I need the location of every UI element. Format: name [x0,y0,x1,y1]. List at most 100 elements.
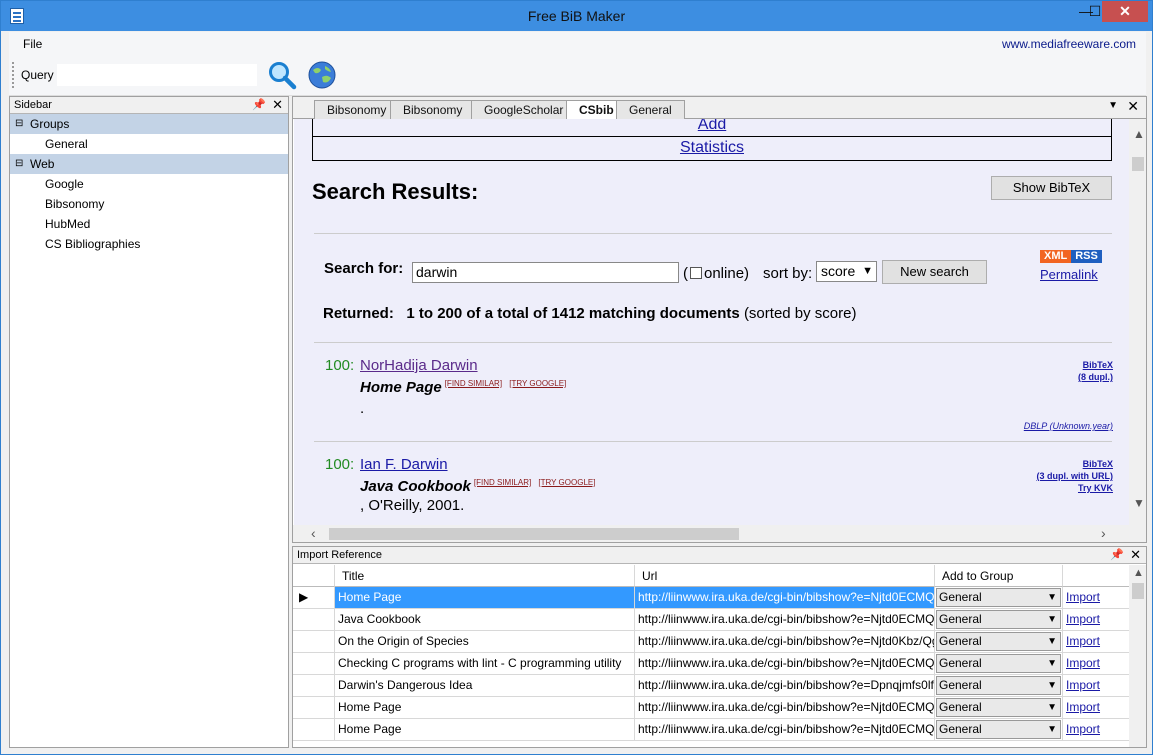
cell-title[interactable]: Home Page [335,719,635,741]
bibtex-link[interactable]: BibTeX [1083,360,1113,370]
tree-node-bibsonomy[interactable]: Bibsonomy [10,194,288,214]
cell-title[interactable]: Home Page [335,587,635,609]
scroll-up-icon[interactable]: ▲ [1133,127,1145,141]
row-header[interactable] [293,609,335,631]
table-row[interactable]: Java Cookbook http://liinwww.ira.uka.de/c… [293,609,1130,631]
result-author-link[interactable]: Ian F. Darwin [360,456,448,473]
cell-url[interactable]: http://liinwww.ira.uka.de/cgi-bin/bibsho… [635,697,935,719]
horizontal-scrollbar[interactable]: ‹ › [293,525,1146,542]
group-select[interactable]: General ▼ [936,698,1061,717]
group-select[interactable]: General ▼ [936,610,1061,629]
dupl-link[interactable]: (3 dupl. with URL) [1037,471,1114,481]
show-bibtex-button[interactable]: Show BibTeX [991,176,1112,200]
column-header-url[interactable]: Url [635,565,935,587]
scroll-left-icon[interactable]: ‹ [311,525,316,541]
scroll-thumb[interactable] [329,528,739,540]
grid-scrollbar[interactable]: ▲ [1129,565,1146,747]
import-link[interactable]: Import [1066,656,1100,670]
find-similar-link[interactable]: [FIND SIMILAR] [445,379,502,388]
row-header[interactable] [293,719,335,741]
tree-node-cs-bibliographies[interactable]: CS Bibliographies [10,234,288,254]
toolbar-grip[interactable] [12,62,14,88]
try-kvk-link[interactable]: Try KVK [1078,483,1113,493]
tab-bibsonomy-2[interactable]: Bibsonomy [390,100,476,119]
online-checkbox[interactable] [690,267,702,279]
table-row[interactable]: Checking C programs with lint - C progra… [293,653,1130,675]
group-select[interactable]: General ▼ [936,654,1061,673]
import-link[interactable]: Import [1066,590,1100,604]
xml-badge[interactable]: XML [1040,250,1072,263]
cell-title[interactable]: Home Page [335,697,635,719]
close-tab-icon[interactable]: ✕ [1127,98,1139,115]
row-header[interactable] [293,653,335,675]
site-link[interactable]: www.mediafreeware.com [1002,37,1136,51]
import-link[interactable]: Import [1066,722,1100,736]
menu-file[interactable]: File [23,37,42,51]
import-link[interactable]: Import [1066,700,1100,714]
group-select[interactable]: General ▼ [936,632,1061,651]
tab-bibsonomy-1[interactable]: Bibsonomy [314,100,400,119]
globe-icon[interactable] [307,60,337,90]
tree-node-hubmed[interactable]: HubMed [10,214,288,234]
rss-badge[interactable]: RSS [1071,250,1102,263]
cell-title[interactable]: Darwin's Dangerous Idea [335,675,635,697]
pin-icon[interactable]: 📌 [252,98,266,111]
collapse-icon[interactable]: ⊟ [15,154,23,174]
cell-title[interactable]: Java Cookbook [335,609,635,631]
tree-node-web[interactable]: ⊟ Web [10,154,288,174]
import-link[interactable]: Import [1066,612,1100,626]
try-google-link[interactable]: [TRY GOOGLE] [509,379,566,388]
row-header[interactable] [293,697,335,719]
row-header[interactable] [293,675,335,697]
add-link[interactable]: Add [313,119,1111,134]
table-row[interactable]: On the Origin of Species http://liinwww.i… [293,631,1130,653]
new-search-button[interactable]: New search [882,260,987,284]
close-button[interactable]: ✕ [1102,1,1148,22]
close-icon[interactable]: ✕ [1130,547,1141,563]
table-row[interactable]: Darwin's Dangerous Idea http://liinwww.ir… [293,675,1130,697]
search-input[interactable]: darwin [412,262,679,283]
column-header-group[interactable]: Add to Group [935,565,1063,587]
row-header[interactable] [293,631,335,653]
sort-select[interactable]: score ▼ [816,261,877,282]
table-row[interactable]: ▶ Home Page http://liinwww.ira.uka.de/cgi-… [293,587,1130,609]
dupl-link[interactable]: (8 dupl.) [1078,372,1113,382]
cell-url[interactable]: http://liinwww.ira.uka.de/cgi-bin/bibsho… [635,653,935,675]
group-select[interactable]: General ▼ [936,720,1061,739]
bibtex-link[interactable]: BibTeX [1083,459,1113,469]
tree-node-google[interactable]: Google [10,174,288,194]
search-icon[interactable] [267,60,297,90]
scroll-thumb[interactable] [1132,583,1144,599]
tree-node-groups[interactable]: ⊟ Groups [10,114,288,134]
scroll-up-icon[interactable]: ▲ [1133,567,1144,579]
tab-googlescholar[interactable]: GoogleScholar [471,100,577,119]
cell-url[interactable]: http://liinwww.ira.uka.de/cgi-bin/bibsho… [635,609,935,631]
try-google-link[interactable]: [TRY GOOGLE] [538,478,595,487]
pin-icon[interactable]: 📌 [1110,548,1124,561]
cell-title[interactable]: Checking C programs with lint - C progra… [335,653,635,675]
tree-node-general[interactable]: General [10,134,288,154]
group-select[interactable]: General ▼ [936,588,1061,607]
statistics-link[interactable]: Statistics [313,139,1111,157]
vertical-scrollbar[interactable]: ▲ ▼ [1129,119,1146,526]
find-similar-link[interactable]: [FIND SIMILAR] [474,478,531,487]
scroll-right-icon[interactable]: › [1101,525,1106,541]
row-header[interactable]: ▶ [293,587,335,609]
cell-url[interactable]: http://liinwww.ira.uka.de/cgi-bin/bibsho… [635,719,935,741]
cell-title[interactable]: On the Origin of Species [335,631,635,653]
scroll-down-icon[interactable]: ▼ [1133,496,1145,510]
group-select[interactable]: General ▼ [936,676,1061,695]
table-row[interactable]: Home Page http://liinwww.ira.uka.de/cgi-b… [293,719,1130,741]
import-link[interactable]: Import [1066,678,1100,692]
permalink-link[interactable]: Permalink [1040,267,1098,282]
close-icon[interactable]: ✕ [272,97,283,113]
xml-rss-badge[interactable]: XML RSS [1040,250,1102,263]
scroll-thumb[interactable] [1132,157,1144,171]
cell-url[interactable]: http://liinwww.ira.uka.de/cgi-bin/bibsho… [635,675,935,697]
source-link[interactable]: DBLP (Unknown.year) [1024,421,1113,431]
cell-url[interactable]: http://liinwww.ira.uka.de/cgi-bin/bibsho… [635,587,935,609]
tab-dropdown-icon[interactable]: ▼ [1108,100,1118,111]
result-author-link[interactable]: NorHadija Darwin [360,357,478,374]
tab-general[interactable]: General [616,100,685,119]
import-link[interactable]: Import [1066,634,1100,648]
